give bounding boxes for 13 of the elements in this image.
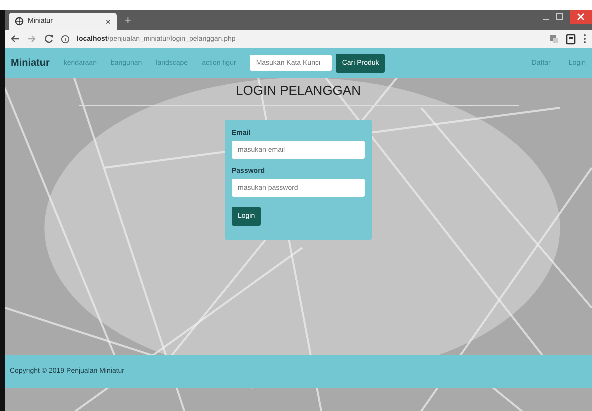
info-icon[interactable]: [61, 34, 70, 44]
back-icon[interactable]: [10, 34, 20, 44]
brand-link[interactable]: Miniatur: [11, 58, 50, 68]
new-tab-button[interactable]: +: [125, 15, 132, 27]
globe-icon: [15, 17, 24, 26]
close-window-icon[interactable]: [570, 10, 592, 24]
profile-icon[interactable]: [566, 34, 576, 44]
reload-icon[interactable]: [44, 34, 54, 44]
close-tab-button[interactable]: ×: [106, 16, 111, 26]
menu-icon[interactable]: [583, 34, 587, 44]
translate-icon[interactable]: [549, 34, 559, 44]
page-title: LOGIN PELANGGAN: [78, 83, 518, 106]
maximize-icon[interactable]: [556, 13, 564, 21]
